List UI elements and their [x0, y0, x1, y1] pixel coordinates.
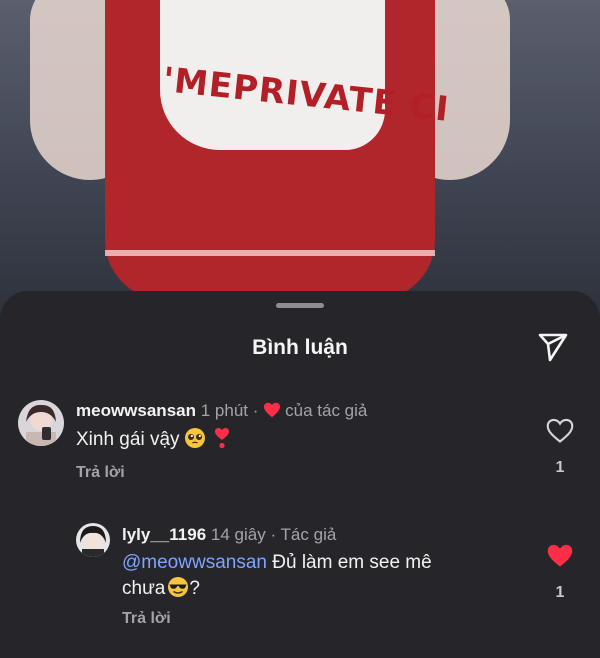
comment-username[interactable]: lyly__1196 [122, 525, 206, 544]
comment-text-tail: ? [189, 578, 200, 599]
comments-sheet: Bình luận meowwsansan 1 phút · của tác g… [0, 291, 600, 658]
comment-text: Xinh gái vậy [76, 427, 230, 457]
separator-dot: · [252, 401, 259, 420]
like-count: 1 [555, 459, 565, 476]
liked-heart-icon[interactable] [546, 543, 574, 571]
sheet-title: Bình luận [252, 336, 348, 359]
comment-header: lyly__1196 14 giây · Tác giả [122, 525, 336, 545]
separator-dot: · [270, 525, 277, 544]
comment-time: 1 phút [200, 401, 248, 420]
reply-button[interactable]: Trả lời [76, 464, 125, 482]
smiling-sunglasses-icon [167, 576, 189, 606]
pleading-face-icon [184, 427, 206, 457]
comment-header: meowwsansan 1 phút · của tác giả [76, 401, 367, 423]
comment-text-content: Xinh gái vậy [76, 429, 180, 450]
author-like-label: của tác giả [285, 401, 368, 420]
avatar[interactable] [18, 400, 64, 446]
comment-text-line2: chưa [122, 578, 166, 599]
avatar[interactable] [76, 523, 110, 557]
comment-text-line1: Đủ làm em see mê [266, 552, 432, 573]
like-heart-icon[interactable] [546, 418, 574, 446]
post-photo: 'MEPRIVATE CI [0, 0, 600, 330]
reply-button[interactable]: Trả lời [122, 610, 171, 628]
mention-link[interactable]: @meowwsansan [122, 552, 267, 573]
photo-top-band [105, 250, 435, 256]
share-icon[interactable] [536, 329, 570, 363]
author-like-heart-icon [263, 402, 281, 423]
comment-text: @meowwsansan Đủ làm em see mê chưa ? [122, 550, 522, 606]
comment-username[interactable]: meowwsansan [76, 401, 196, 420]
like-count: 1 [555, 584, 565, 601]
comment-time: 14 giây [210, 525, 266, 544]
heart-exclamation-icon [214, 427, 230, 457]
drag-handle[interactable] [276, 303, 324, 308]
author-tag: Tác giả [280, 525, 337, 544]
